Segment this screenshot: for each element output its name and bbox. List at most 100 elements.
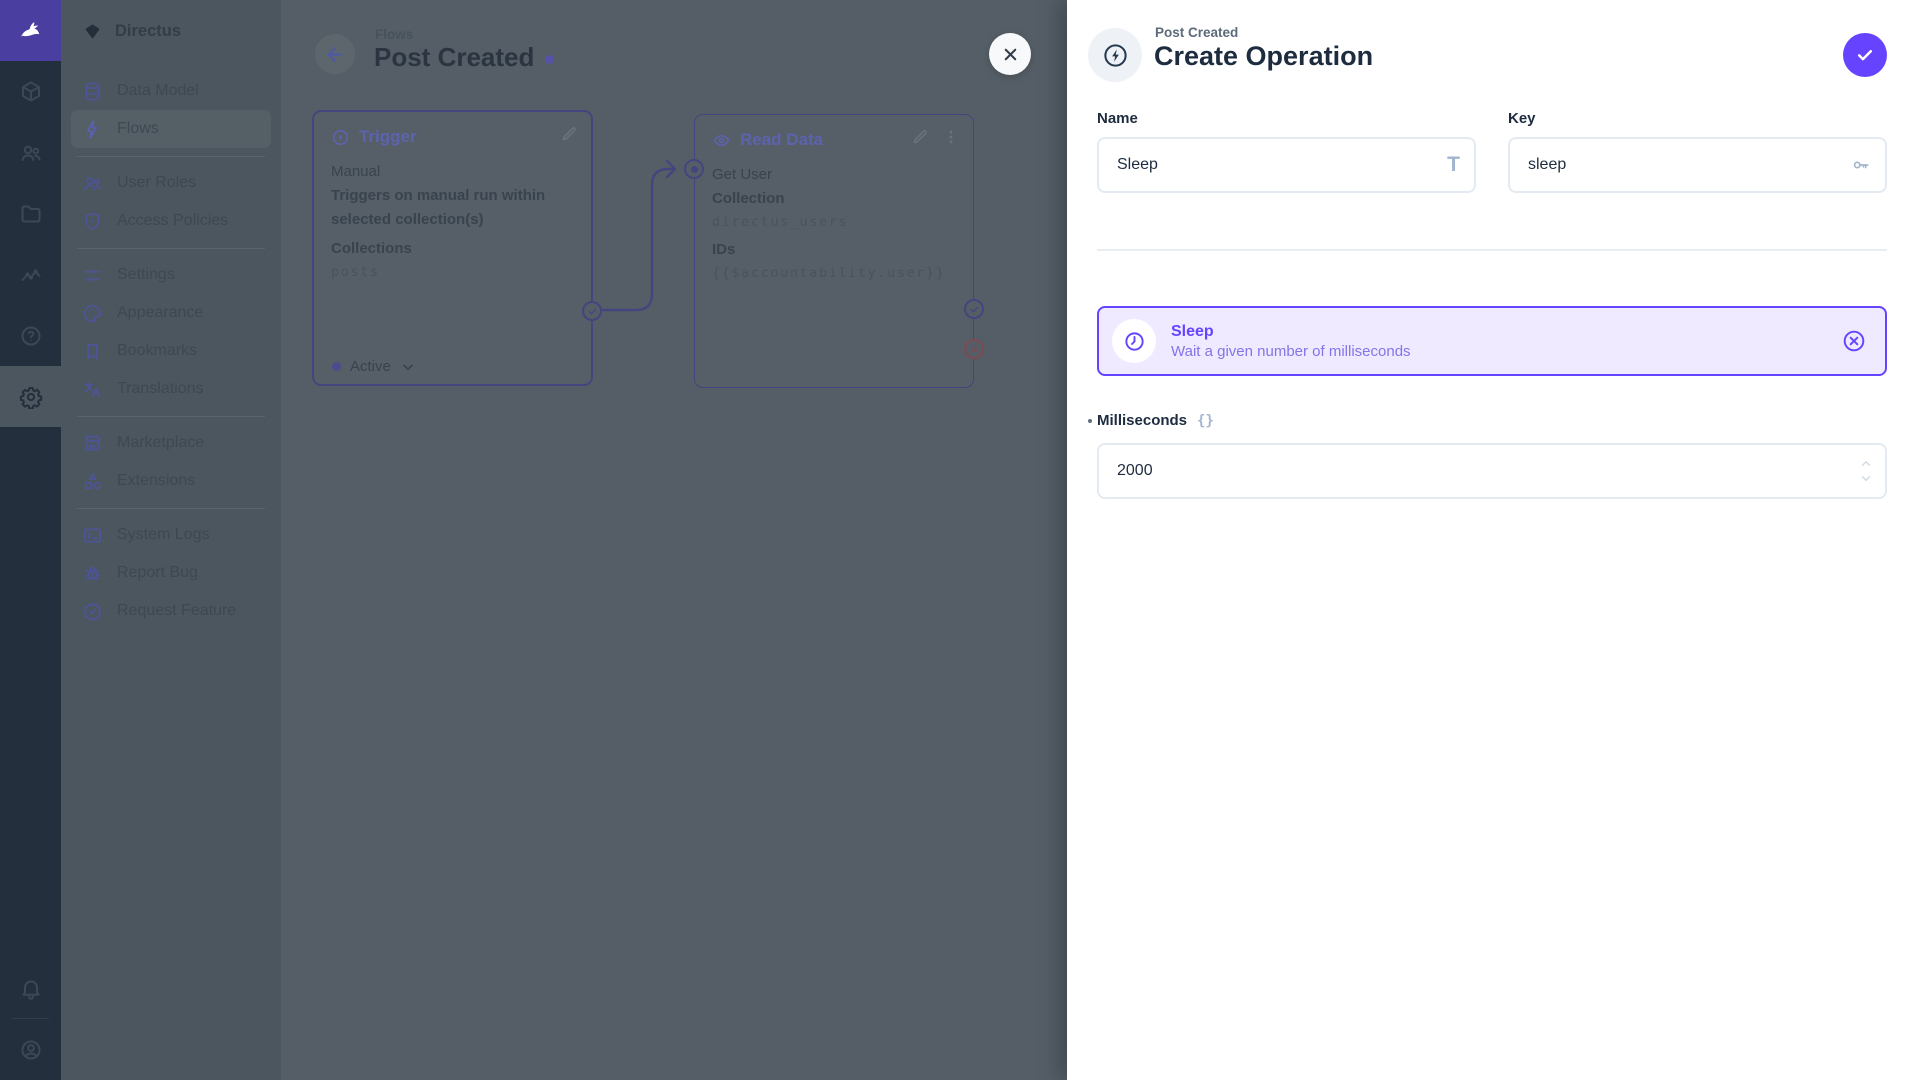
back-button[interactable] (315, 34, 355, 74)
sidebar-item-settings[interactable]: Settings (71, 256, 271, 294)
milliseconds-input[interactable] (1097, 443, 1887, 499)
kebab-menu-icon[interactable] (942, 128, 960, 146)
account-button[interactable] (0, 1019, 61, 1080)
project-name: Directus (115, 21, 182, 40)
nav-divider (77, 507, 265, 509)
notifications-button[interactable] (0, 957, 61, 1018)
sidebar-item-appearance[interactable]: Appearance (71, 294, 271, 332)
drawer-content: Name T Key (1067, 82, 1920, 499)
milliseconds-label: Milliseconds (1097, 412, 1188, 429)
check-icon (588, 308, 596, 314)
terminal-icon (83, 528, 102, 542)
sidebar-item-flows[interactable]: Flows (71, 110, 271, 148)
sidebar-item-label: Data Model (117, 82, 199, 99)
nav-divider (77, 415, 265, 417)
stepper-up-icon[interactable] (1859, 457, 1873, 471)
directus-logo[interactable] (0, 0, 61, 61)
read-data-panel-body: Get User Collection directus_users IDs {… (695, 150, 973, 284)
project-header[interactable]: Directus (61, 0, 281, 62)
sidebar-item-label: Request Feature (117, 602, 237, 619)
sidebar-item-label: Settings (117, 266, 175, 283)
chart-icon (21, 269, 40, 281)
operation-card-texts: Sleep Wait a given number of millisecond… (1171, 321, 1411, 362)
read-data-reject-handle[interactable] (964, 339, 984, 359)
stepper-down-icon[interactable] (1859, 472, 1873, 486)
edit-pencil-icon[interactable] (911, 128, 929, 146)
sidebar-item-label: Appearance (117, 304, 204, 321)
name-input[interactable] (1097, 137, 1476, 193)
selected-operation-card[interactable]: Sleep Wait a given number of millisecond… (1097, 306, 1887, 376)
project-diamond-icon (85, 24, 100, 38)
sidebar-item-system-logs[interactable]: System Logs (71, 516, 271, 554)
drawer-close-button[interactable] (989, 33, 1031, 75)
bug-icon (85, 566, 100, 580)
cube-icon (21, 81, 40, 101)
read-data-input-handle[interactable] (684, 159, 704, 179)
sidebar-item-label: Marketplace (117, 434, 205, 451)
bookmark-icon (87, 343, 98, 359)
sleep-clock-badge (1112, 319, 1156, 363)
shield-icon (85, 212, 100, 230)
nav-divider (77, 247, 265, 249)
read-data-resolve-handle[interactable] (964, 299, 984, 319)
key-input[interactable] (1508, 137, 1887, 193)
sidebar-item-label: Translations (117, 380, 204, 397)
translate-icon (84, 381, 101, 397)
sidebar-item-user-roles[interactable]: User Roles (71, 164, 271, 202)
module-insights[interactable] (0, 244, 61, 305)
chevron-down-icon (403, 364, 413, 370)
sidebar-item-request-feature[interactable]: Request Feature (71, 592, 271, 630)
read-data-panel[interactable]: Read Data Get User Collection directus_u… (684, 114, 984, 388)
create-operation-drawer: Post Created Create Operation Name T Key (989, 0, 1920, 1080)
name-label: Name (1097, 110, 1138, 127)
cancel-circle-icon (1843, 330, 1865, 352)
close-icon (1004, 48, 1016, 60)
raw-value-toggle-icon[interactable]: {} (1197, 413, 1214, 429)
section-divider (1097, 249, 1887, 251)
operation-title: Sleep (1171, 322, 1214, 340)
sidebar-item-report-bug[interactable]: Report Bug (71, 554, 271, 592)
save-button[interactable] (1843, 33, 1887, 77)
trigger-panel[interactable]: Trigger Manual Triggers on manual run wi… (312, 110, 602, 386)
sidebar-item-extensions[interactable]: Extensions (71, 462, 271, 500)
milliseconds-field-group (1097, 443, 1887, 499)
bell-icon (22, 980, 39, 1000)
required-dot (1088, 419, 1092, 423)
storefront-icon (84, 435, 101, 450)
breadcrumb[interactable]: Flows (375, 27, 413, 42)
key-icon (1851, 155, 1871, 175)
trigger-resolve-handle[interactable] (582, 301, 602, 321)
collections-label: Collections (331, 240, 412, 257)
ids-value: {{$accountability.user}} (712, 265, 946, 281)
nav-sidebar: Directus Data Model Flows User Roles Acc… (61, 0, 281, 1080)
module-data-model[interactable] (0, 61, 61, 122)
sidebar-item-translations[interactable]: Translations (71, 370, 271, 408)
clock-icon (1124, 331, 1144, 351)
edit-pencil-icon[interactable] (560, 125, 578, 143)
sidebar-item-marketplace[interactable]: Marketplace (71, 424, 271, 462)
sidebar-item-bookmarks[interactable]: Bookmarks (71, 332, 271, 370)
sidebar-item-access-policies[interactable]: Access Policies (71, 202, 271, 240)
collections-value: posts (331, 264, 380, 280)
deselect-operation-button[interactable] (1841, 328, 1867, 354)
verified-icon (83, 602, 102, 621)
key-field-group: Key (1508, 110, 1887, 193)
title-format-icon[interactable]: T (1447, 153, 1460, 177)
rabbit-logo-icon (20, 21, 39, 37)
check-icon (970, 306, 978, 312)
bolt-icon (86, 119, 98, 139)
key-label: Key (1508, 110, 1536, 127)
trigger-type: Manual (331, 163, 381, 180)
directus-app: Flows Post Created Trigger Manual Trigge… (0, 0, 1920, 1080)
sidebar-item-label: Report Bug (117, 564, 198, 581)
module-settings[interactable] (0, 366, 61, 427)
module-docs[interactable] (0, 305, 61, 366)
flow-status-toggle[interactable]: Active (332, 358, 416, 375)
sidebar-item-data-model[interactable]: Data Model (71, 72, 271, 110)
operation-name: Get User (712, 166, 773, 183)
page-title: Post Created (374, 42, 555, 73)
drawer-breadcrumb[interactable]: Post Created (1155, 25, 1238, 40)
sidebar-item-label: User Roles (117, 174, 197, 191)
module-user-directory[interactable] (0, 122, 61, 183)
module-file-library[interactable] (0, 183, 61, 244)
